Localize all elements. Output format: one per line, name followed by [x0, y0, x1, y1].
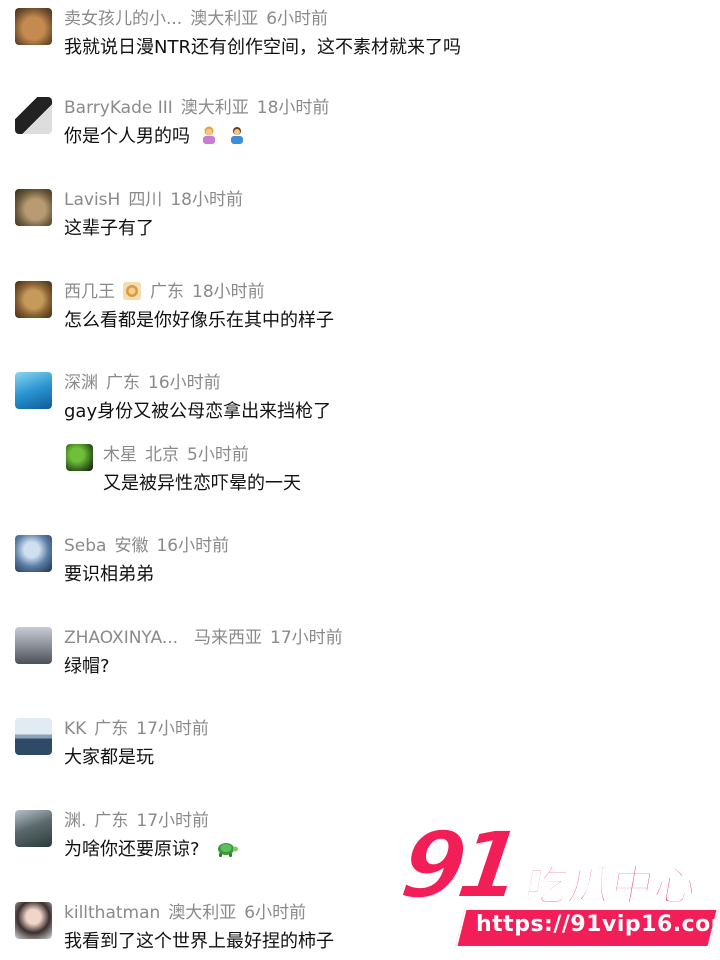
- user-avatar[interactable]: [15, 8, 52, 45]
- timestamp: 18小时前: [170, 190, 243, 210]
- username[interactable]: 木星: [103, 445, 137, 465]
- comment-item: 卖女孩儿的小... 澳大利亚 6小时前 我就说日漫NTR还有创作空间，这不素材就来了…: [0, 8, 720, 68]
- comment-meta: 渊. 广东 17小时前: [64, 810, 217, 832]
- username[interactable]: ZHAOXINYA...: [64, 628, 178, 648]
- person-shrugging-icon: [227, 125, 247, 152]
- username[interactable]: Seba: [64, 536, 106, 556]
- comment-item: LavisH 四川 18小时前 这辈子有了: [0, 189, 720, 249]
- comment-text: 大家都是玩: [64, 747, 154, 768]
- user-avatar[interactable]: [66, 444, 93, 471]
- username[interactable]: killthatman: [64, 903, 160, 923]
- comment-meta: KK 广东 17小时前: [64, 718, 217, 740]
- comment-text: gay身份又被公母恋拿出来挡枪了: [64, 401, 332, 422]
- user-avatar[interactable]: [15, 372, 52, 409]
- username[interactable]: 卖女孩儿的小...: [64, 9, 182, 29]
- user-avatar[interactable]: [15, 281, 52, 318]
- person-gesturing-icon: [199, 125, 219, 152]
- timestamp: 18小时前: [192, 282, 265, 302]
- comment-text: 你是个人男的吗: [64, 126, 190, 147]
- timestamp: 6小时前: [266, 9, 329, 29]
- comment-item: Seba 安徽 16小时前 要识相弟弟: [0, 535, 720, 595]
- user-avatar[interactable]: [15, 97, 52, 134]
- user-avatar[interactable]: [15, 627, 52, 664]
- comment-meta: 西几王 广东 18小时前: [64, 281, 273, 307]
- watermark-number: 91: [393, 811, 522, 920]
- location: 马来西亚: [194, 628, 263, 648]
- comment-item: KK 广东 17小时前 大家都是玩: [0, 718, 720, 778]
- comment-meta: 木星 北京 5小时前: [103, 444, 257, 466]
- comment-item: 西几王 广东 18小时前 怎么看都是你好像乐在其中的样子: [0, 281, 720, 341]
- comment-meta: Seba 安徽 16小时前: [64, 535, 237, 557]
- comment-meta: 深渊 广东 16小时前: [64, 372, 229, 394]
- comment-meta: 卖女孩儿的小... 澳大利亚 6小时前: [64, 8, 336, 30]
- watermark-brand: 吃瓜中心: [520, 860, 702, 911]
- location: 澳大利亚: [190, 9, 259, 29]
- location: 广东: [150, 282, 184, 302]
- comment-text: 要识相弟弟: [64, 564, 154, 585]
- location: 北京: [145, 445, 179, 465]
- comment-text-row: 为啥你还要原谅?: [64, 838, 239, 865]
- comment-item: ZHAOXINYA... 马来西亚 17小时前 绿帽?: [0, 627, 720, 687]
- user-avatar[interactable]: [15, 535, 52, 572]
- location: 广东: [106, 373, 140, 393]
- reply-item: 木星 北京 5小时前 又是被异性恋吓晕的一天: [0, 444, 720, 504]
- comment-text: 我就说日漫NTR还有创作空间，这不素材就来了吗: [64, 37, 461, 58]
- username[interactable]: BarryKade III: [64, 98, 173, 118]
- watermark-logo: 91 吃瓜中心 https://91vip16.com: [393, 811, 720, 960]
- comment-item: 深渊 广东 16小时前 gay身份又被公母恋拿出来挡枪了 木星 北京 5小时前 又是被异…: [0, 372, 720, 502]
- timestamp: 16小时前: [156, 536, 230, 556]
- comment-text: 又是被异性恋吓晕的一天: [103, 473, 301, 494]
- timestamp: 17小时前: [270, 628, 343, 648]
- comment-text: 绿帽?: [64, 656, 110, 677]
- lion-badge-icon: [122, 281, 142, 307]
- user-avatar[interactable]: [15, 189, 52, 226]
- comment-item: BarryKade III 澳大利亚 18小时前 你是个人男的吗: [0, 97, 720, 157]
- username[interactable]: KK: [64, 719, 86, 739]
- location: 澳大利亚: [180, 98, 249, 118]
- location: 澳大利亚: [168, 903, 237, 923]
- user-avatar[interactable]: [15, 902, 52, 939]
- turtle-icon: [215, 840, 239, 865]
- username[interactable]: 西几王: [64, 282, 115, 302]
- comment-meta: ZHAOXINYA... 马来西亚 17小时前: [64, 627, 351, 649]
- location: 广东: [94, 719, 129, 739]
- user-avatar[interactable]: [15, 810, 52, 847]
- watermark-url: https://91vip16.com: [476, 912, 720, 937]
- timestamp: 5小时前: [187, 445, 249, 465]
- comment-text: 这辈子有了: [64, 218, 154, 239]
- comment-meta: BarryKade III 澳大利亚 18小时前: [64, 97, 337, 119]
- timestamp: 17小时前: [136, 811, 210, 831]
- comment-meta: killthatman 澳大利亚 6小时前: [64, 902, 314, 924]
- comment-text: 怎么看都是你好像乐在其中的样子: [64, 310, 334, 331]
- location: 安徽: [114, 536, 149, 556]
- comment-text-row: 你是个人男的吗: [64, 125, 247, 152]
- timestamp: 17小时前: [136, 719, 209, 739]
- location: 四川: [128, 190, 163, 210]
- location: 广东: [94, 811, 129, 831]
- comment-text: 为啥你还要原谅?: [64, 839, 200, 860]
- timestamp: 6小时前: [244, 903, 307, 923]
- username[interactable]: 渊.: [64, 811, 86, 831]
- timestamp: 16小时前: [148, 373, 221, 393]
- username[interactable]: 深渊: [64, 373, 98, 393]
- user-avatar[interactable]: [15, 718, 52, 755]
- comment-meta: LavisH 四川 18小时前: [64, 189, 251, 211]
- comment-text: 我看到了这个世界上最好捏的柿子: [64, 931, 334, 952]
- timestamp: 18小时前: [256, 98, 330, 118]
- username[interactable]: LavisH: [64, 190, 120, 210]
